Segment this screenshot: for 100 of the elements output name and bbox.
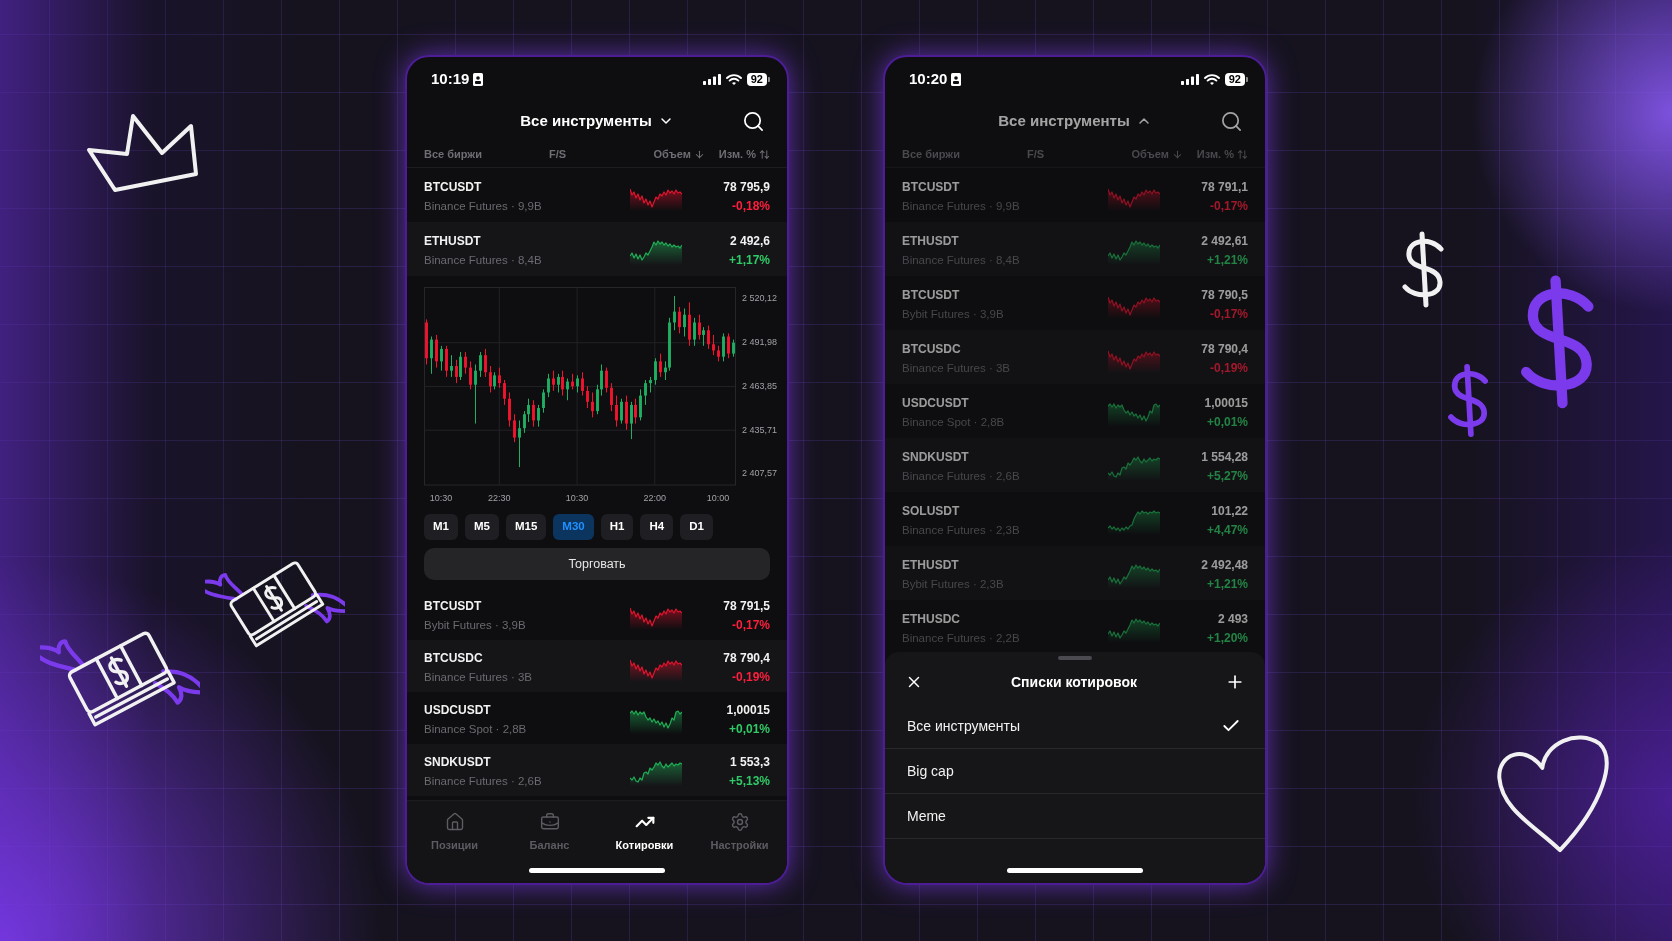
timeframe-tab[interactable]: M5 (465, 514, 499, 540)
list-selector-button[interactable]: Все инструменты (520, 109, 674, 133)
change-label: -0,19% (731, 669, 770, 685)
column-header[interactable]: Объем (653, 145, 705, 163)
candle (659, 353, 662, 378)
market-label: Binance Futures · 3B (424, 670, 534, 685)
symbol-label: BTCUSDT (424, 598, 483, 614)
quote-row[interactable]: BTCUSDT Binance Futures · 9,9B 78 791,1 -0,17% (885, 168, 1265, 222)
sheet-handle[interactable] (1058, 656, 1092, 660)
candle (479, 351, 482, 378)
quote-row[interactable]: BTCUSDT Bybit Futures · 3,9B 78 791,5 -0,17% (407, 588, 787, 640)
y-axis-label: 2 463,85 (742, 380, 778, 391)
candle (450, 354, 453, 378)
candle (440, 345, 443, 372)
candle (425, 318, 428, 365)
price-label: 2 492,61 (1201, 233, 1248, 249)
quote-row[interactable]: SNDKUSDT Binance Futures · 2,6B 1 553,3 +5,13% (407, 744, 787, 796)
candle (693, 317, 696, 347)
market-label: Binance Futures · 8,4B (424, 253, 543, 268)
quote-row[interactable]: BTCUSDC Binance Futures · 3B 78 790,4 -0,19% (407, 640, 787, 692)
trade-button[interactable]: Торговать (424, 548, 770, 580)
watchlist-item[interactable]: Meme (885, 794, 1265, 839)
timeframe-tab[interactable]: H4 (640, 514, 674, 540)
x-axis-label: 22:00 (643, 493, 667, 503)
x-axis-label: 10:30 (565, 493, 589, 503)
quote-row[interactable]: BTCUSDT Binance Futures · 9,9B 78 795,9 -0,18% (407, 168, 787, 222)
market-label: Bybit Futures · 3,9B (902, 307, 1005, 322)
candle (581, 371, 584, 397)
timeframe-tab[interactable]: M1 (424, 514, 458, 540)
candle (508, 391, 511, 428)
tab-bar-item[interactable]: Котировки (597, 812, 692, 854)
battery-indicator: 92 (746, 72, 770, 86)
id-badge-icon (951, 72, 962, 86)
search-icon[interactable] (742, 109, 765, 133)
candle (586, 385, 589, 409)
candle (644, 379, 647, 406)
candle (513, 413, 516, 443)
watchlist-item[interactable]: Big cap (885, 749, 1265, 794)
symbol-label: SNDKUSDT (424, 754, 492, 770)
column-header[interactable]: Все биржи (424, 145, 482, 163)
quote-row[interactable]: ETHUSDC Binance Futures · 2,2B 2 493 +1,20% (885, 600, 1265, 652)
list-selector-button[interactable]: Все инструменты (998, 109, 1152, 133)
candle (474, 364, 477, 425)
market-label: Binance Futures · 2,3B (902, 523, 1021, 538)
timeframe-tab[interactable]: M30 (553, 514, 594, 540)
sparkline-drawing (1108, 401, 1160, 427)
market-label: Bybit Futures · 3,9B (424, 618, 527, 633)
timeframe-tab[interactable]: M15 (505, 514, 547, 540)
candle (625, 395, 628, 431)
timeframe-tab[interactable]: H1 (600, 514, 634, 540)
price-label: 1,00015 (1204, 395, 1248, 411)
candle (430, 336, 433, 375)
candle (571, 373, 574, 390)
candle (654, 357, 657, 386)
price-label: 1,00015 (726, 702, 770, 718)
timeframe-tab[interactable]: D1 (680, 514, 713, 540)
candle (518, 419, 521, 468)
market-label: Binance Spot · 2,8B (902, 415, 1006, 430)
x-axis-label: 10:00 (706, 493, 730, 503)
symbol-label: ETHUSDT (424, 233, 482, 249)
change-label: -0,19% (1209, 360, 1248, 376)
symbol-label: USDCUSDT (424, 702, 492, 718)
briefcase-icon (539, 812, 560, 832)
price-label: 2 492,6 (729, 233, 770, 249)
signal-icon (1180, 73, 1199, 85)
candle (503, 379, 506, 406)
symbol-label: BTCUSDC (902, 341, 962, 357)
column-header[interactable]: Изм. % (718, 145, 770, 163)
wifi-icon (725, 73, 742, 85)
price-label: 78 790,4 (1201, 341, 1248, 357)
price-label: 78 795,9 (723, 179, 770, 195)
change-label: -0,17% (1209, 198, 1248, 214)
candle (727, 332, 730, 359)
change-label: -0,17% (731, 617, 770, 633)
quote-row[interactable]: SOLUSDT Binance Futures · 2,3B 101,22 +4,47% (885, 492, 1265, 546)
search-icon[interactable] (1220, 109, 1243, 133)
quote-row[interactable]: USDCUSDT Binance Spot · 2,8B 1,00015 +0,01% (885, 384, 1265, 438)
watchlist-item[interactable]: Все инструменты (885, 704, 1265, 749)
candle (649, 376, 652, 393)
quote-row[interactable]: ETHUSDT Binance Futures · 8,4B 2 492,6 +1,17% (407, 222, 787, 276)
change-label: -0,17% (1209, 306, 1248, 322)
status-time: 10:20 (909, 68, 948, 89)
x-axis-label: 22:30 (488, 493, 511, 503)
price-label: 78 790,4 (723, 650, 770, 666)
column-header[interactable]: F/S (549, 145, 567, 163)
sparkline-drawing (630, 239, 682, 265)
quote-row[interactable]: USDCUSDT Binance Spot · 2,8B 1,00015 +0,01% (407, 692, 787, 744)
y-axis-label: 2 491,98 (742, 337, 778, 348)
price-label: 1 554,28 (1201, 449, 1248, 465)
candle (566, 377, 569, 401)
candle (639, 388, 642, 421)
candle (707, 325, 710, 350)
candle (532, 399, 535, 428)
candle (469, 360, 472, 390)
candle (673, 295, 676, 331)
symbol-label: BTCUSDT (424, 179, 483, 195)
quote-row[interactable]: BTCUSDT Bybit Futures · 3,9B 78 790,5 -0,17% (885, 276, 1265, 330)
settings-icon (729, 812, 750, 832)
y-axis-label: 2 435,71 (742, 424, 778, 435)
symbol-label: ETHUSDC (902, 611, 961, 627)
